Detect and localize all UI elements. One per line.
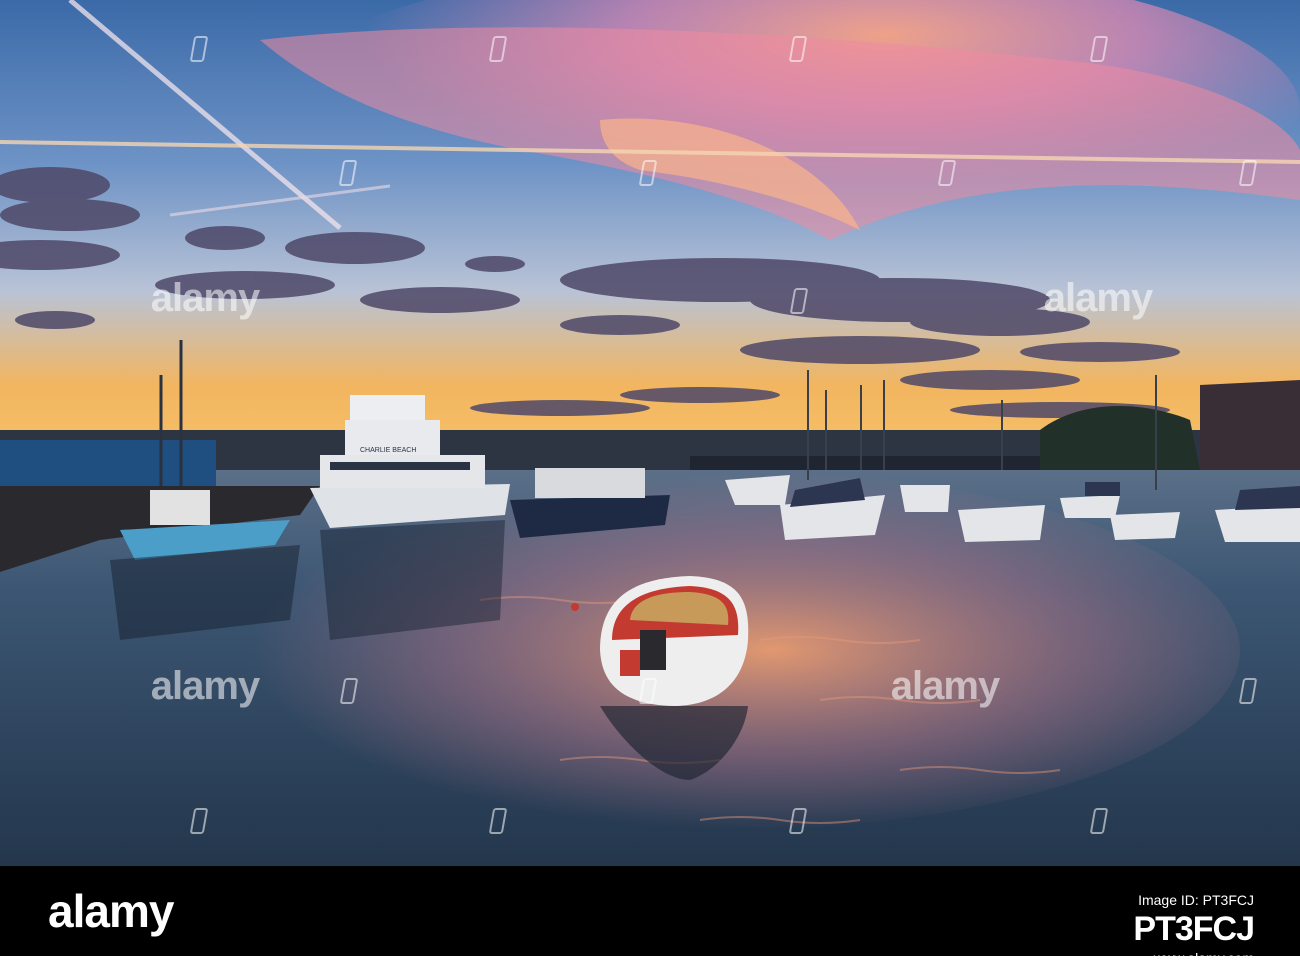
reflections	[320, 520, 505, 640]
watermark-text: alamy	[150, 664, 260, 708]
buoy	[571, 603, 579, 611]
far-breakwater	[690, 456, 1070, 472]
image-id-label: Image ID: PT3FCJ	[1138, 892, 1254, 908]
blue-boat-cabin	[150, 490, 210, 525]
small-motorboat	[600, 576, 749, 706]
boat-name: CHARLIE BEACH	[360, 447, 416, 454]
building	[1200, 380, 1300, 470]
watermark-text: alamy	[1043, 276, 1153, 320]
navy-boat-cabin	[535, 468, 645, 498]
site-url[interactable]: www.alamy.com	[1133, 948, 1254, 968]
image-meta: Image ID: PT3FCJ PT3FCJ www.alamy.com	[1133, 890, 1255, 968]
alamy-logo[interactable]: alamy	[48, 884, 174, 938]
harbour-photo: CHARLIE BEACH alamy alamy alamy alamy	[0, 0, 1300, 866]
photo-canvas: CHARLIE BEACH	[0, 0, 1300, 866]
blue-shed	[0, 440, 216, 486]
image-id: PT3FCJ	[1133, 910, 1255, 948]
stock-footer: alamy Image ID: PT3FCJ PT3FCJ www.alamy.…	[0, 866, 1300, 966]
watermark-text: alamy	[890, 664, 1000, 708]
watermark-text: alamy	[150, 276, 260, 320]
